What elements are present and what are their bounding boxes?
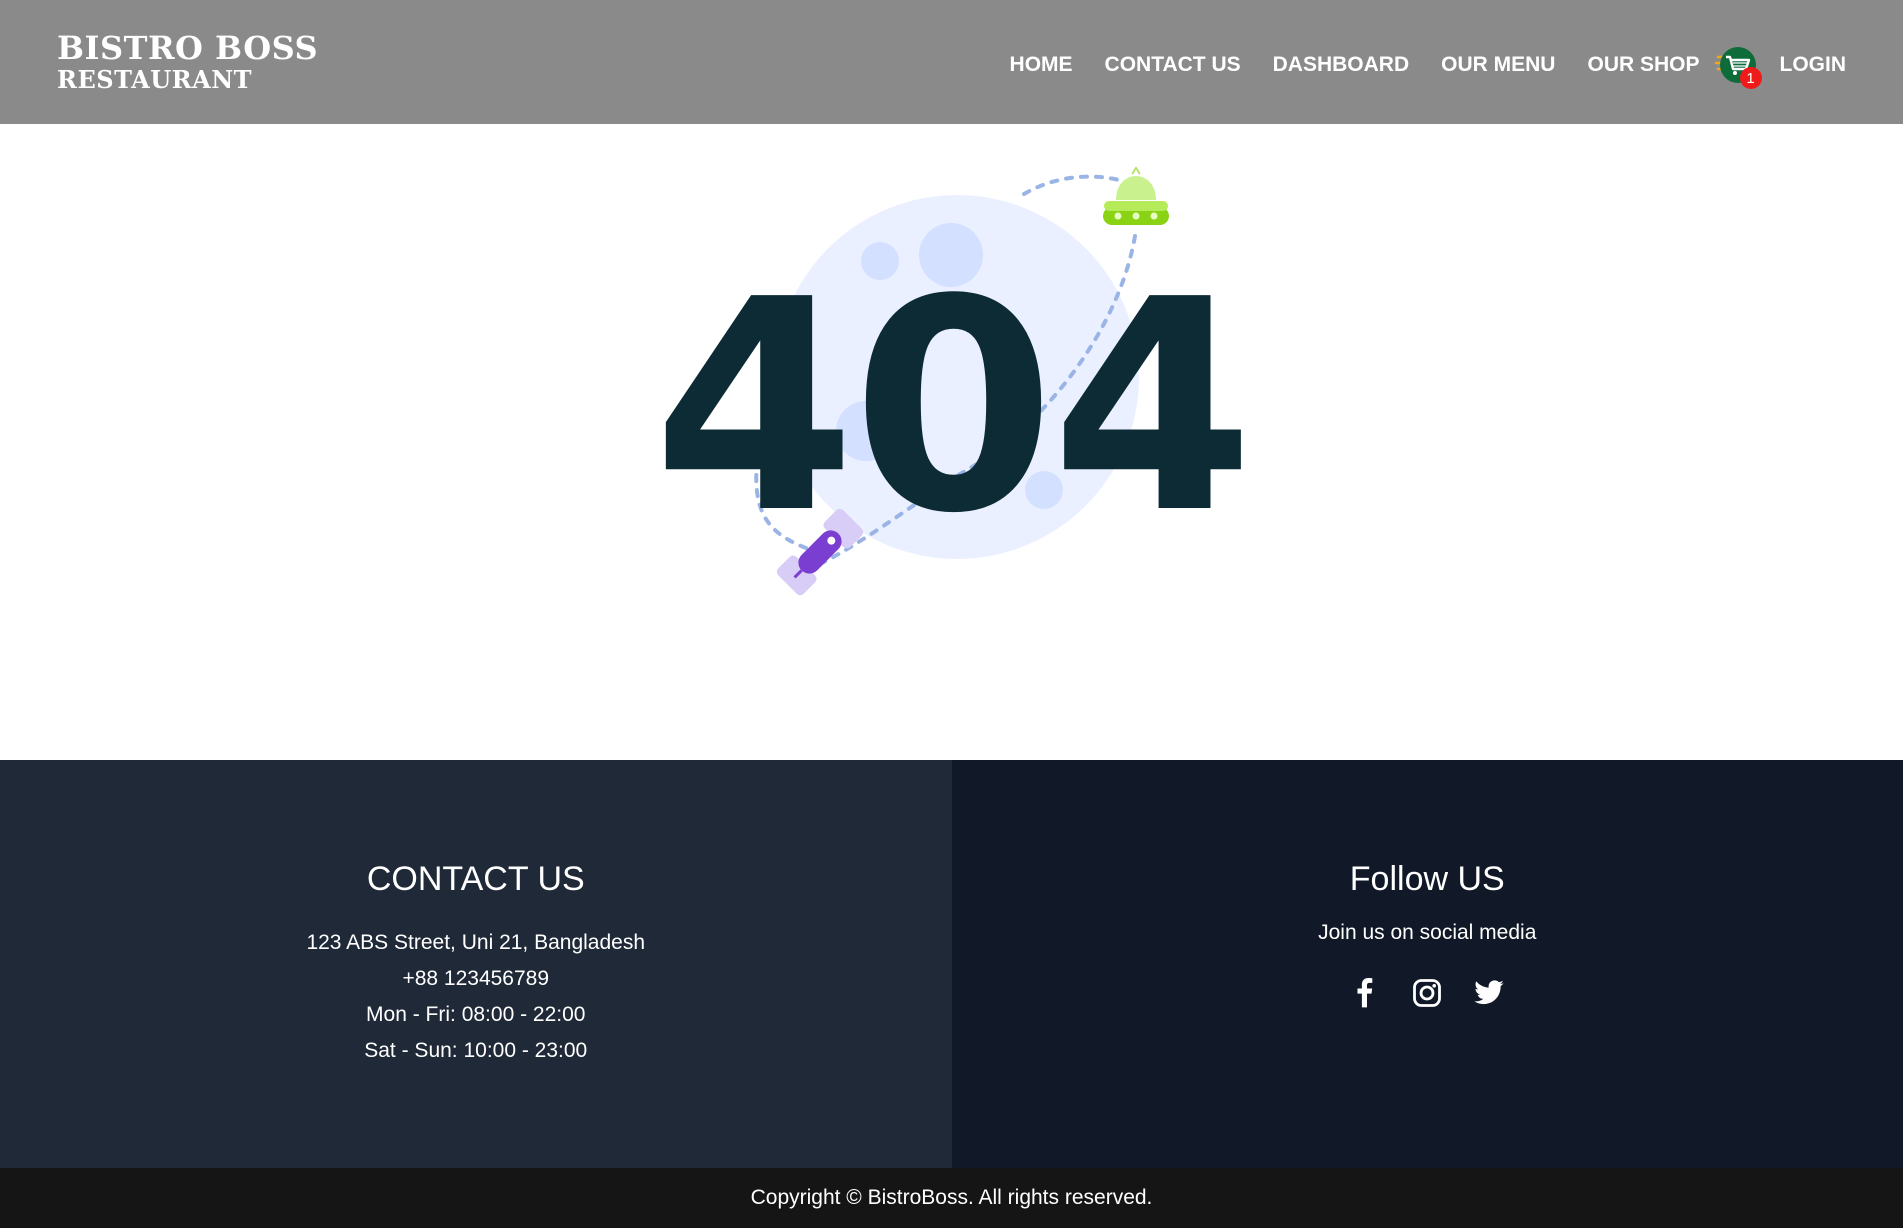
contact-weekday-hours: Mon - Fri: 08:00 - 22:00 <box>366 1003 586 1026</box>
contact-weekend-hours: Sat - Sun: 10:00 - 23:00 <box>364 1039 588 1062</box>
navbar: BISTRO BOSS RESTAURANT HOME CONTACT US D… <box>0 0 1903 124</box>
contact-phone: +88 123456789 <box>402 967 550 990</box>
brand-logo[interactable]: BISTRO BOSS RESTAURANT <box>57 28 319 95</box>
copyright-text: Copyright © BistroBoss. All rights reser… <box>750 1186 1153 1209</box>
space-illustration <box>754 166 1169 596</box>
nav-contact-us[interactable]: CONTACT US <box>1105 53 1241 77</box>
instagram-icon <box>1413 979 1442 1007</box>
twitter-link[interactable] <box>1473 977 1505 1009</box>
footer-follow: Follow US Join us on social media <box>951 760 1903 1168</box>
copyright-bar: Copyright © BistroBoss. All rights reser… <box>0 1168 1903 1228</box>
contact-address: 123 ABS Street, Uni 21, Bangladesh <box>306 931 646 954</box>
cart-button[interactable]: 1 <box>1714 43 1762 89</box>
nav-our-shop[interactable]: OUR SHOP <box>1587 53 1699 77</box>
brand-name: BISTRO BOSS <box>57 28 319 67</box>
facebook-icon <box>1357 977 1373 1008</box>
ufo <box>1103 166 1169 225</box>
twitter-icon <box>1474 980 1504 1005</box>
nav-login[interactable]: LOGIN <box>1780 53 1847 77</box>
main-nav: HOME CONTACT US DASHBOARD OUR MENU OUR S… <box>1010 43 1847 89</box>
footer: CONTACT US 123 ABS Street, Uni 21, Bangl… <box>0 760 1903 1168</box>
nav-our-menu[interactable]: OUR MENU <box>1441 53 1555 77</box>
cart-count-badge: 1 <box>1739 67 1762 89</box>
facebook-link[interactable] <box>1349 977 1381 1009</box>
social-links <box>952 977 1903 1009</box>
brand-subtitle: RESTAURANT <box>57 65 253 95</box>
nav-home[interactable]: HOME <box>1010 53 1073 77</box>
contact-heading: CONTACT US <box>366 860 585 898</box>
nav-dashboard[interactable]: DASHBOARD <box>1273 53 1410 77</box>
not-found-section: 404 <box>0 124 1903 760</box>
footer-contact: CONTACT US 123 ABS Street, Uni 21, Bangl… <box>0 760 952 1168</box>
instagram-link[interactable] <box>1411 977 1443 1009</box>
follow-subtitle: Join us on social media <box>1318 921 1537 944</box>
follow-heading: Follow US <box>1349 860 1505 898</box>
satellite <box>776 508 864 596</box>
